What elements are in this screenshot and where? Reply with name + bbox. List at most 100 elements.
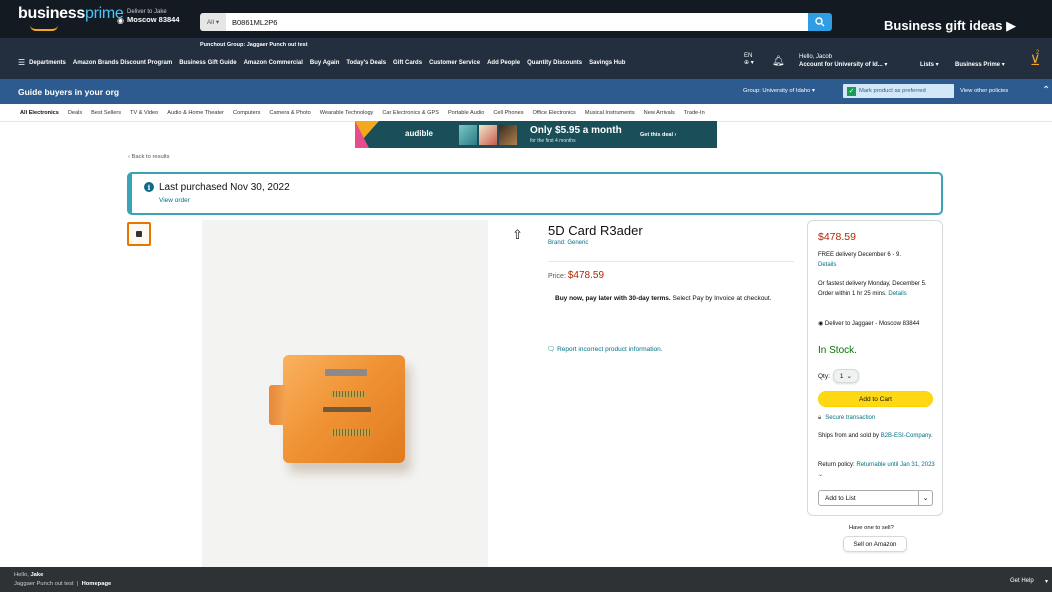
secure-transaction-link[interactable]: 🔒︎ Secure transaction <box>818 415 875 422</box>
business-gift-ideas-link[interactable]: Business gift ideas ▶ <box>884 18 1016 34</box>
add-to-list-button[interactable]: Add to List ⌄ <box>818 490 933 506</box>
last-purchased-text: Last purchased Nov 30, 2022 <box>159 182 290 193</box>
chevron-down-icon[interactable]: ⌄ <box>818 472 823 478</box>
usb-connector <box>269 385 285 425</box>
category-best-sellers[interactable]: Best Sellers <box>91 110 121 116</box>
seller-link[interactable]: B2B-ESI-Company. <box>881 433 933 439</box>
chevron-down-icon[interactable]: ⌄ <box>918 491 932 505</box>
nav-links: ☰ Departments Amazon Brands Discount Progr… <box>18 58 625 67</box>
deliver-to-link[interactable]: ◉ Deliver to Jaggaer - Moscow 83844 <box>818 319 938 329</box>
nav-link-buy-again[interactable]: Buy Again <box>310 60 339 67</box>
chevron-up-icon[interactable]: ⌃ <box>1042 85 1050 96</box>
qty-label: Qty: <box>818 372 830 380</box>
get-deal-link[interactable]: Get this deal › <box>640 132 676 138</box>
nav-link-departments[interactable]: Departments <box>29 60 66 67</box>
pay-later-bold: Buy now, pay later with 30-day terms. <box>555 295 671 302</box>
search-button[interactable] <box>808 13 832 31</box>
lock-icon: 🔒︎ <box>818 415 822 421</box>
add-to-list-label: Add to List <box>825 494 856 502</box>
category-tv-video[interactable]: TV & Video <box>130 110 158 116</box>
chevron-down-icon: ⌄ <box>846 373 852 380</box>
buy-box: $478.59 FREE delivery December 6 - 9. Det… <box>807 220 943 516</box>
nav-link-amazon-brands-discount-program[interactable]: Amazon Brands Discount Program <box>73 60 172 67</box>
price-row: Price: $478.59 <box>548 270 604 281</box>
banner-offer: Only $5.95 a month <box>530 125 622 136</box>
last-purchased-notice: i Last purchased Nov 30, 2022 View order <box>127 172 943 215</box>
logo-smile-icon <box>30 25 58 31</box>
ships-from: Ships from and sold by B2B-ESI-Company. <box>818 431 938 441</box>
category-new-arrivals[interactable]: New Arrivals <box>644 110 675 116</box>
share-icon[interactable]: ⇧ <box>512 227 523 243</box>
footer-user: Jake <box>30 572 44 578</box>
footer-bar: Hello, Jake Jaggaer Punch out test | Hom… <box>0 567 1052 592</box>
mark-preferred-button[interactable]: ✓ Mark product as preferred <box>843 84 954 98</box>
bell-icon[interactable]: 🔔︎ <box>772 56 785 67</box>
product-thumbnail[interactable] <box>127 222 151 246</box>
lists-menu[interactable]: Lists ▾ <box>920 61 939 68</box>
category-all-electronics[interactable]: All Electronics <box>20 110 59 116</box>
category-camera-photo[interactable]: Camera & Photo <box>269 110 310 116</box>
banner-decoration <box>355 121 369 148</box>
category-musical-instruments[interactable]: Musical Instruments <box>585 110 635 116</box>
homepage-link[interactable]: Homepage <box>82 581 112 587</box>
business-prime-logo[interactable]: businessprime <box>18 5 124 23</box>
language-selector[interactable]: EN ⊕ ▾ <box>744 53 754 66</box>
ships-prefix: Ships from and sold by <box>818 433 880 439</box>
nav-link-business-gift-guide[interactable]: Business Gift Guide <box>179 60 236 67</box>
nav-link-add-people[interactable]: Add People <box>487 60 520 67</box>
qty-dropdown[interactable]: 1 ⌄ <box>832 369 859 383</box>
card-contacts <box>331 391 365 397</box>
view-order-link[interactable]: View order <box>159 197 190 204</box>
thumbnail-image <box>136 231 142 237</box>
category-audio-home-theater[interactable]: Audio & Home Theater <box>167 110 224 116</box>
brand-link[interactable]: Brand: Generic <box>548 240 588 246</box>
nav-link-today-s-deals[interactable]: Today's Deals <box>346 60 386 67</box>
search-icon <box>815 17 825 27</box>
category-deals[interactable]: Deals <box>68 110 82 116</box>
product-main-image[interactable] <box>202 220 488 592</box>
language-label: EN <box>744 53 753 59</box>
category-trade-in[interactable]: Trade-In <box>684 110 705 116</box>
nav-link-amazon-commercial[interactable]: Amazon Commercial <box>244 60 303 67</box>
chevron-down-icon[interactable]: ▾ <box>1045 578 1048 585</box>
card-reader-image <box>269 355 405 463</box>
category-car-electronics-gps[interactable]: Car Electronics & GPS <box>382 110 439 116</box>
details-link[interactable]: Details <box>818 262 836 268</box>
audible-ad-banner[interactable]: audible Only $5.95 a month for the first… <box>355 121 717 148</box>
category-wearable-technology[interactable]: Wearable Technology <box>320 110 374 116</box>
category-office-electronics[interactable]: Office Electronics <box>533 110 576 116</box>
return-prefix: Return policy: <box>818 462 855 468</box>
hamburger-menu-icon[interactable]: ☰ <box>18 58 25 67</box>
account-menu[interactable]: Hello, Jacob Account for University of Id… <box>799 53 887 69</box>
get-help-button[interactable]: Get Help <box>1010 578 1034 584</box>
punchout-name: Jaggaer Punch out test <box>14 581 74 587</box>
card-contacts <box>331 429 371 436</box>
sell-on-amazon-button[interactable]: Sell on Amazon <box>843 536 907 552</box>
nav-link-quantity-discounts[interactable]: Quantity Discounts <box>527 60 582 67</box>
report-incorrect-info-link[interactable]: 🗨︎ Report incorrect product information. <box>547 345 663 353</box>
category-nav: All Electronics Deals Best Sellers TV & Vid… <box>0 104 1052 122</box>
add-to-cart-button[interactable]: Add to Cart <box>818 391 933 407</box>
category-computers[interactable]: Computers <box>233 110 260 116</box>
nav-link-savings-hub[interactable]: Savings Hub <box>589 60 625 67</box>
category-cell-phones[interactable]: Cell Phones <box>493 110 523 116</box>
info-icon: i <box>144 182 154 192</box>
guide-buyers-bar: Guide buyers in your org Group: Universi… <box>0 79 1052 104</box>
group-selector[interactable]: Group: University of Idaho ▾ <box>743 88 815 94</box>
details-link[interactable]: Details <box>888 291 906 297</box>
nav-link-gift-cards[interactable]: Gift Cards <box>393 60 422 67</box>
deliver-to-location[interactable]: ◉ Deliver to Jake Moscow 83844 <box>117 8 180 25</box>
cart-icon[interactable]: 2 ⊻ <box>1030 50 1040 69</box>
business-prime-menu[interactable]: Business Prime ▾ <box>955 61 1005 68</box>
return-policy-link[interactable]: Returnable until Jan 31, 2023 <box>856 462 934 468</box>
nav-link-customer-service[interactable]: Customer Service <box>429 60 480 67</box>
audible-logo: audible <box>405 129 434 138</box>
view-policies-link[interactable]: View other policies <box>960 88 1008 94</box>
back-to-results-link[interactable]: ‹ Back to results <box>128 154 170 160</box>
stock-status: In Stock. <box>818 345 857 356</box>
category-portable-audio[interactable]: Portable Audio <box>448 110 484 116</box>
quantity-selector: Qty: 1 ⌄ <box>818 369 859 383</box>
location-pin-icon: ◉ <box>117 16 124 25</box>
search-category-select[interactable]: All ▾ <box>200 13 226 31</box>
search-input[interactable] <box>226 13 808 31</box>
